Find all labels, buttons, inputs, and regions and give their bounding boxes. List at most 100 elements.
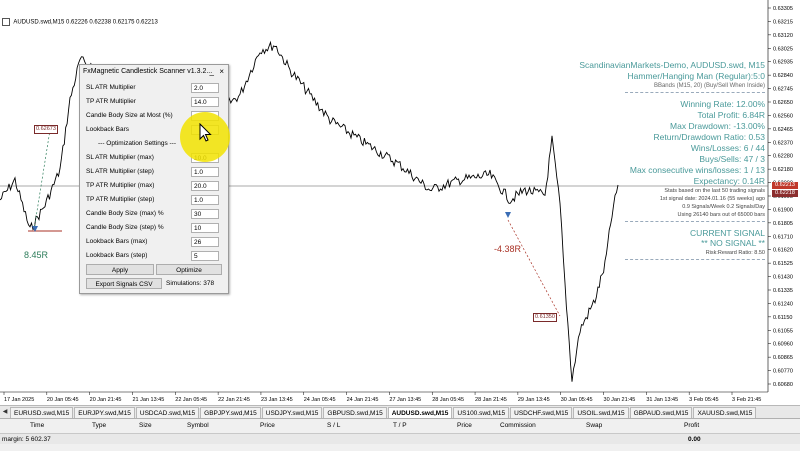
col-time[interactable]: Time bbox=[30, 422, 44, 429]
price-axis-label: 0.62370 bbox=[773, 140, 793, 146]
col-sl[interactable]: S / L bbox=[327, 422, 340, 429]
time-axis-label: 17 Jan 2025 bbox=[4, 397, 34, 403]
price-axis-label: 0.62745 bbox=[773, 87, 793, 93]
time-axis-label: 23 Jan 13:45 bbox=[261, 397, 293, 403]
price-axis-label: 0.60865 bbox=[773, 355, 793, 361]
left-result-label: 8.45R bbox=[24, 250, 49, 260]
optimization-title: --- Optimization Settings --- bbox=[98, 140, 177, 147]
lookback-max-input[interactable]: 26 bbox=[191, 237, 219, 247]
mid-buy-arrow-icon bbox=[505, 212, 511, 218]
field-label: Candle Body Size (step) % bbox=[86, 224, 164, 231]
scanner-title: FxMagnetic Candlestick Scanner v1.3.2... bbox=[83, 68, 213, 75]
col-swap[interactable]: Swap bbox=[586, 422, 602, 429]
field-label: Lookback Bars (max) bbox=[86, 238, 148, 245]
optimize-button[interactable]: Optimize bbox=[156, 264, 222, 275]
col-size[interactable]: Size bbox=[139, 422, 152, 429]
price-axis-label: 0.62650 bbox=[773, 100, 793, 106]
time-axis-label: 29 Jan 13:45 bbox=[518, 397, 550, 403]
price-axis-label: 0.61150 bbox=[773, 315, 792, 321]
chart-checkbox-icon[interactable] bbox=[2, 18, 10, 26]
field-label: TP ATR Multiplier (step) bbox=[86, 196, 155, 203]
price-axis-label: 0.61055 bbox=[773, 328, 793, 334]
stats-filter: BBands (M15, 20) (Buy/Sell When Inside) bbox=[653, 83, 765, 89]
field-body-max: Candle Body Size (max) % 30 bbox=[86, 209, 222, 221]
mid-trade-line bbox=[507, 219, 561, 317]
time-axis-label: 28 Jan 21:45 bbox=[475, 397, 507, 403]
stats-buys-sells: Buys/Sells: 47 / 3 bbox=[699, 154, 765, 164]
field-label: SL ATR Multiplier bbox=[86, 84, 136, 91]
field-label: SL ATR Multiplier (step) bbox=[86, 168, 154, 175]
lookback-step-input[interactable]: 5 bbox=[191, 251, 219, 261]
col-type[interactable]: Type bbox=[92, 422, 106, 429]
stats-return-dd: Return/Drawdown Ratio: 0.53 bbox=[653, 132, 765, 142]
price-chart[interactable]: 0.63305 0.63215 0.63120 0.63025 0.62935 0.628… bbox=[0, 0, 800, 405]
tab-scroll-left-icon[interactable]: ◀ bbox=[1, 408, 9, 416]
price-axis-label: 0.62935 bbox=[773, 60, 793, 66]
left-trade-line bbox=[33, 129, 51, 231]
body-step-input[interactable]: 10 bbox=[191, 223, 219, 233]
total-profit-value: 0.00 bbox=[688, 436, 701, 443]
col-profit[interactable]: Profit bbox=[684, 422, 699, 429]
stats-first-signal: 1st signal date: 2024.01.16 (55 weeks) a… bbox=[659, 196, 765, 202]
col-tp[interactable]: T / P bbox=[393, 422, 407, 429]
export-csv-button[interactable]: Export Signals CSV bbox=[86, 278, 162, 289]
tp-max-input[interactable]: 20.0 bbox=[191, 181, 219, 191]
stats-using-bars: Using 26140 bars out of 65000 bars bbox=[677, 212, 765, 218]
col-price[interactable]: Price bbox=[260, 422, 275, 429]
terminal-balance-row: margin: 5 602.37 0.00 bbox=[0, 434, 800, 444]
stats-winning-rate: Winning Rate: 12.00% bbox=[680, 99, 765, 109]
price-axis-label: 0.60960 bbox=[773, 342, 793, 348]
stats-wins-losses: Wins/Losses: 6 / 44 bbox=[690, 143, 765, 153]
price-axis-label: 0.61240 bbox=[773, 301, 793, 307]
tp-step-input[interactable]: 1.0 bbox=[191, 195, 219, 205]
time-axis-label: 3 Feb 21:45 bbox=[732, 397, 761, 403]
stats-risk-reward: Risk:Reward Ratio: 8.50 bbox=[705, 250, 765, 256]
mid-result-label: -4.38R bbox=[494, 244, 522, 254]
field-label: Lookback Bars (step) bbox=[86, 252, 148, 259]
price-axis-label: 0.60680 bbox=[773, 382, 793, 388]
price-axis-label: 0.61430 bbox=[773, 275, 793, 281]
field-lookback-max: Lookback Bars (max) 26 bbox=[86, 237, 222, 249]
mouse-pointer-icon bbox=[199, 123, 212, 142]
stats-account: ScandinavianMarkets-Demo, AUDUSD.swd, M1… bbox=[579, 60, 765, 70]
current-price-tag: 0.62213 bbox=[772, 182, 798, 189]
left-entry-price-box: 0.62673 bbox=[34, 125, 58, 134]
stats-consecutive: Max consecutive wins/losses: 1 / 13 bbox=[629, 165, 765, 175]
price-axis-label: 0.61620 bbox=[773, 248, 793, 254]
chart-symbol: AUDUSD.swd,M15 bbox=[13, 19, 65, 26]
tp-atr-input[interactable]: 14.0 bbox=[191, 97, 219, 107]
field-sl-atr: SL ATR Multiplier 2.0 bbox=[86, 83, 222, 95]
field-tp-atr: TP ATR Multiplier 14.0 bbox=[86, 97, 222, 109]
col-symbol[interactable]: Symbol bbox=[187, 422, 209, 429]
field-tp-max: TP ATR Multiplier (max) 20.0 bbox=[86, 181, 222, 193]
stats-no-signal: ** NO SIGNAL ** bbox=[701, 238, 765, 248]
field-label: SL ATR Multiplier (max) bbox=[86, 154, 154, 161]
price-axis-label: 0.63305 bbox=[773, 6, 793, 12]
field-body-step: Candle Body Size (step) % 10 bbox=[86, 223, 222, 235]
body-max-input[interactable]: 30 bbox=[191, 209, 219, 219]
field-sl-step: SL ATR Multiplier (step) 1.0 bbox=[86, 167, 222, 179]
sl-step-input[interactable]: 1.0 bbox=[191, 167, 219, 177]
stats-pattern: Hammer/Hanging Man (Regular):5:0 bbox=[627, 71, 765, 81]
time-axis-label: 27 Jan 13:45 bbox=[389, 397, 421, 403]
close-icon[interactable]: × bbox=[219, 65, 224, 79]
stats-based-on: Stats based on the last 50 trading signa… bbox=[664, 188, 765, 194]
price-axis-label: 0.62560 bbox=[773, 113, 793, 119]
time-axis-label: 28 Jan 05:45 bbox=[432, 397, 464, 403]
sl-atr-input[interactable]: 2.0 bbox=[191, 83, 219, 93]
time-axis-label: 24 Jan 05:45 bbox=[304, 397, 336, 403]
time-axis-label: 24 Jan 21:45 bbox=[347, 397, 379, 403]
scanner-titlebar[interactable]: FxMagnetic Candlestick Scanner v1.3.2...… bbox=[80, 65, 228, 79]
col-commission[interactable]: Commission bbox=[500, 422, 536, 429]
price-axis-label: 0.60770 bbox=[773, 369, 793, 375]
mid-stop-price-box: 0.61350 bbox=[533, 313, 557, 322]
price-axis-label: 0.63120 bbox=[773, 33, 793, 39]
stats-max-drawdown: Max Drawdown: -13.00% bbox=[670, 121, 765, 131]
col-price-2[interactable]: Price bbox=[457, 422, 472, 429]
time-axis-label: 20 Jan 05:45 bbox=[47, 397, 79, 403]
stats-divider-2 bbox=[625, 221, 765, 222]
minimize-icon[interactable]: _ bbox=[210, 65, 214, 79]
price-axis-label: 0.61525 bbox=[773, 261, 793, 267]
apply-button[interactable]: Apply bbox=[86, 264, 154, 275]
field-label: TP ATR Multiplier (max) bbox=[86, 182, 155, 189]
